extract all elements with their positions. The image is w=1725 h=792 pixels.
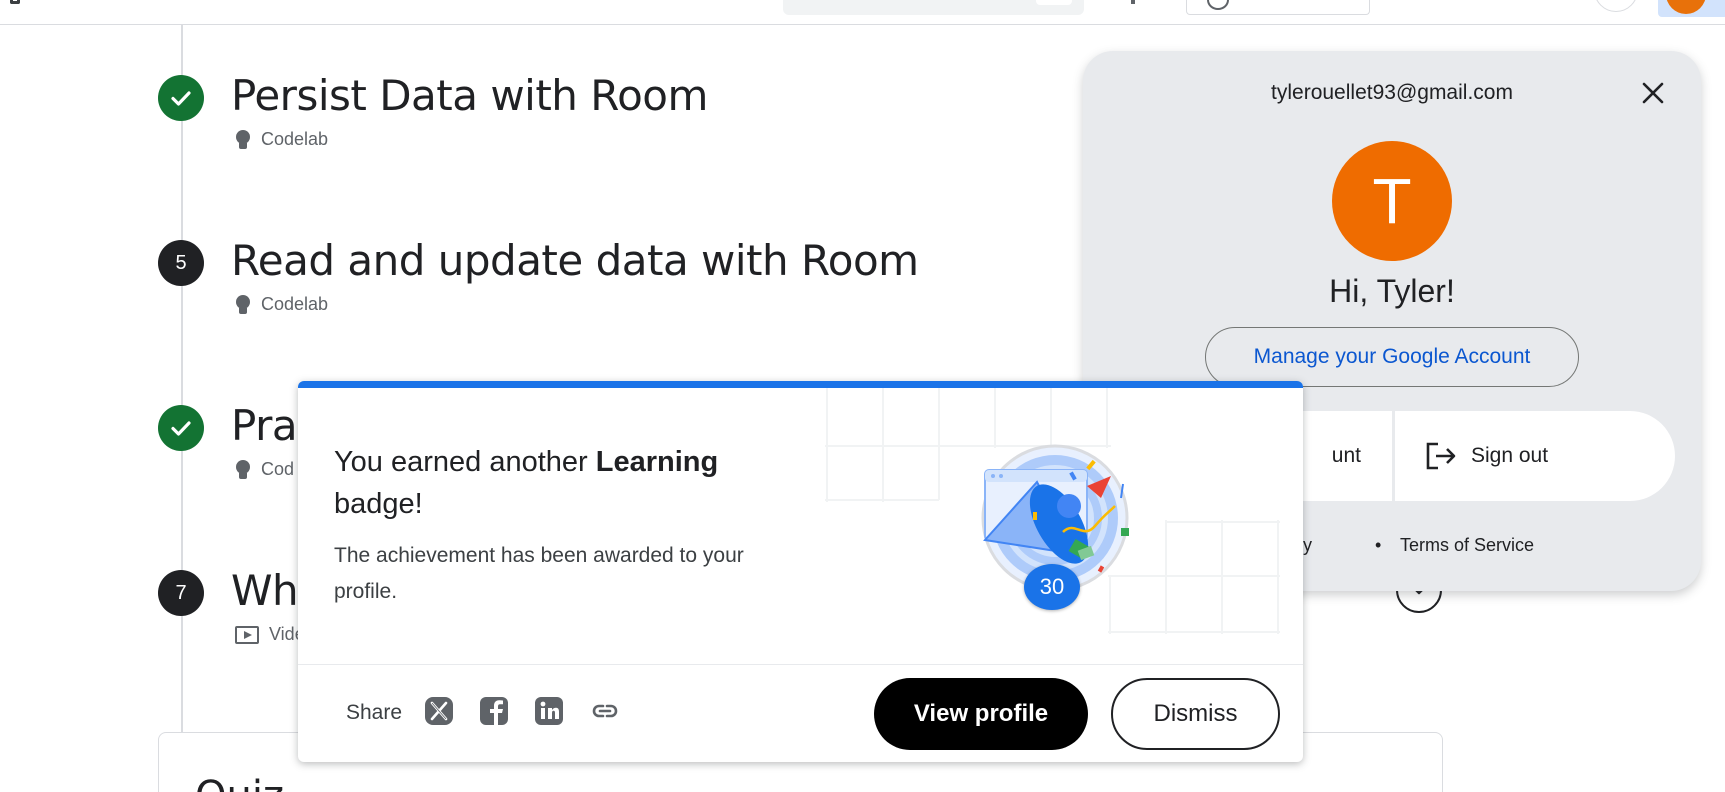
linkedin-icon[interactable] xyxy=(534,696,564,726)
search-box[interactable] xyxy=(783,0,1084,15)
heading-text: You earned another xyxy=(334,446,596,478)
sign-out-button[interactable]: Sign out xyxy=(1395,411,1675,501)
step-type: Codelab xyxy=(235,294,328,315)
divider xyxy=(298,664,1303,665)
link-icon[interactable] xyxy=(590,696,620,726)
quiz-title: Quiz xyxy=(195,773,284,792)
badge-count: 30 xyxy=(1024,564,1080,610)
step-type-label: Codelab xyxy=(261,294,329,314)
step-type: Vide xyxy=(235,624,305,645)
account-email: tylerouellet93@gmail.com xyxy=(1271,81,1513,104)
facebook-icon[interactable] xyxy=(479,696,509,726)
share-label: Share xyxy=(346,701,403,724)
checkmark-icon xyxy=(158,405,204,451)
terms-of-service-link[interactable]: Terms of Service xyxy=(1400,535,1534,556)
dialog-accent-bar xyxy=(298,381,1303,388)
logo-glyph xyxy=(10,0,20,4)
step-title[interactable]: Wh xyxy=(231,566,299,615)
checkmark-icon xyxy=(158,75,204,121)
close-button[interactable] xyxy=(1635,75,1671,111)
account-button[interactable] xyxy=(1658,0,1725,17)
sign-out-label: Sign out xyxy=(1471,444,1549,467)
apps-button[interactable] xyxy=(1594,0,1638,12)
sign-out-icon xyxy=(1426,442,1456,470)
step-title[interactable]: Read and update data with Room xyxy=(231,236,919,285)
avatar[interactable]: T xyxy=(1332,141,1452,261)
view-profile-button[interactable]: View profile xyxy=(874,678,1088,750)
dismiss-button[interactable]: Dismiss xyxy=(1111,678,1280,750)
timeline-line xyxy=(181,25,183,733)
close-icon xyxy=(1642,82,1664,104)
separator-dot: • xyxy=(1375,535,1382,555)
lightbulb-icon xyxy=(235,294,251,315)
dialog-body: The achievement has been awarded to your… xyxy=(334,544,744,603)
step-type: Codelab xyxy=(235,129,328,150)
theme-toggle-icon[interactable] xyxy=(1131,0,1135,4)
globe-icon xyxy=(1207,0,1229,10)
badge-dialog: You earned another Learning badge! The a… xyxy=(298,381,1303,762)
video-icon xyxy=(235,625,259,644)
heading-emphasis: Learning xyxy=(595,446,719,478)
search-shortcut-key xyxy=(1036,0,1072,5)
greeting: Hi, Tyler! xyxy=(1329,273,1455,309)
heading-text: badge! xyxy=(334,488,423,520)
lightbulb-icon xyxy=(235,129,251,150)
dialog-heading: You earned another Learning badge! xyxy=(334,441,784,525)
step-type: Cod xyxy=(235,459,294,480)
step-type-label: Cod xyxy=(261,459,295,479)
step-number: 5 xyxy=(158,240,204,286)
top-bar xyxy=(0,0,1725,25)
step-title[interactable]: Persist Data with Room xyxy=(231,71,708,120)
manage-account-button[interactable]: Manage your Google Account xyxy=(1205,327,1579,387)
step-type-label: Codelab xyxy=(261,129,329,149)
page: Persist Data with Room Codelab 5 Read an… xyxy=(0,0,1725,792)
lightbulb-icon xyxy=(235,459,251,480)
language-selector[interactable] xyxy=(1186,0,1370,15)
avatar xyxy=(1666,0,1706,14)
step-number: 7 xyxy=(158,570,204,616)
x-icon[interactable] xyxy=(424,696,454,726)
